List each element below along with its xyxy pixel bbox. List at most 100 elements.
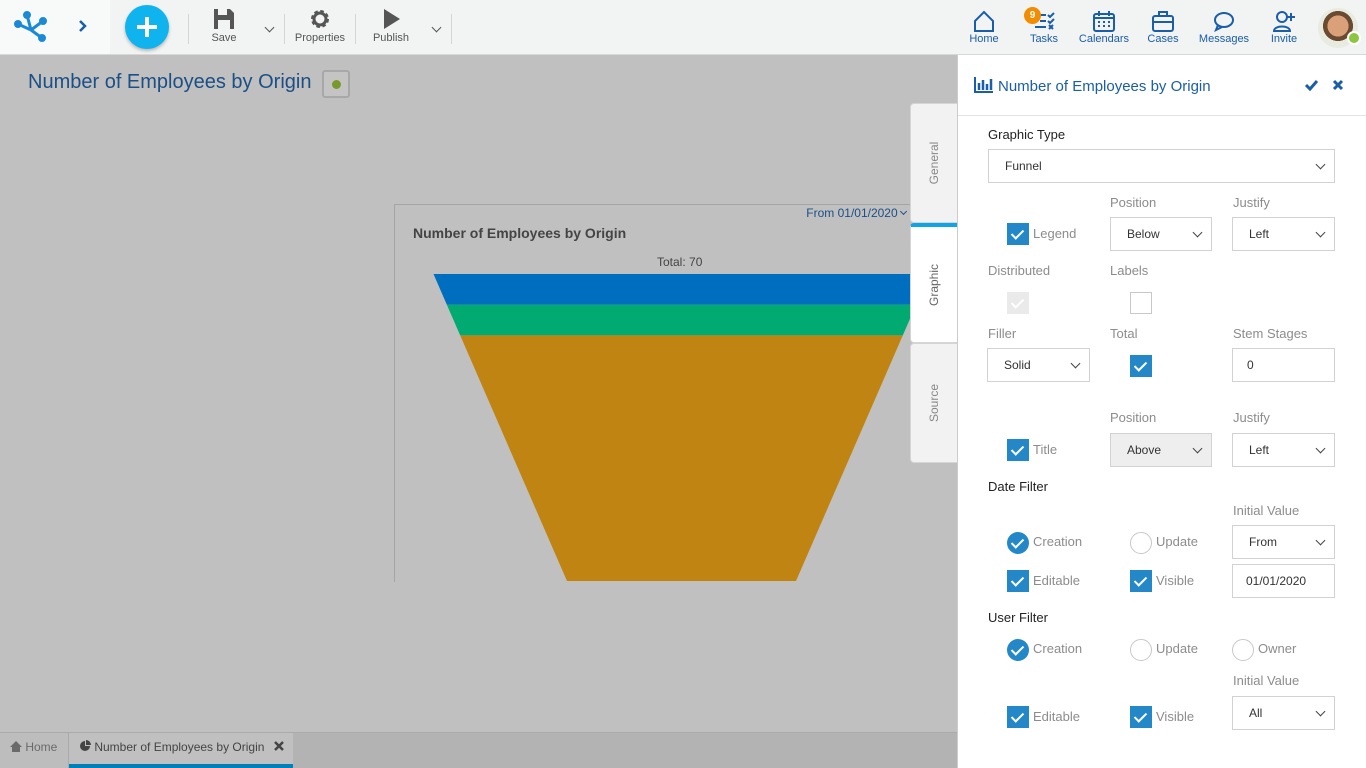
tab-graphic[interactable]: Graphic bbox=[910, 223, 957, 343]
user-update-label: Update bbox=[1156, 641, 1198, 656]
graphic-type-label: Graphic Type bbox=[988, 127, 1066, 142]
user-initial-value-label: Initial Value bbox=[1233, 673, 1300, 688]
labels-label: Labels bbox=[1110, 263, 1149, 278]
user-editable-checkbox[interactable] bbox=[1007, 706, 1029, 728]
close-tab-icon[interactable] bbox=[273, 741, 284, 751]
stem-stages-input[interactable]: 0 bbox=[1232, 348, 1335, 382]
title-position-select[interactable]: Above bbox=[1110, 433, 1212, 467]
title-checkbox[interactable] bbox=[1007, 439, 1029, 461]
user-initial-select[interactable]: All bbox=[1232, 696, 1335, 730]
date-initial-value-label: Initial Value bbox=[1233, 503, 1300, 518]
title-label: Title bbox=[1033, 442, 1058, 457]
user-update-radio[interactable] bbox=[1130, 639, 1152, 661]
chat-bubble-icon bbox=[1214, 12, 1234, 32]
pie-chart-icon bbox=[80, 740, 91, 751]
labels-checkbox[interactable] bbox=[1130, 292, 1152, 314]
stem-stages-label: Stem Stages bbox=[1233, 326, 1308, 341]
nav-tasks-label: Tasks bbox=[1029, 33, 1059, 45]
date-initial-value: From bbox=[1249, 535, 1277, 549]
user-initial-value: All bbox=[1249, 706, 1263, 720]
tab-general[interactable]: General bbox=[910, 103, 957, 223]
title-justify-value: Left bbox=[1249, 443, 1270, 457]
nav-messages-label: Messages bbox=[1198, 33, 1250, 45]
nav-invite[interactable]: Invite bbox=[1268, 10, 1300, 45]
home-icon bbox=[974, 10, 994, 32]
user-visible-checkbox[interactable] bbox=[1130, 706, 1152, 728]
nav-calendars[interactable]: Calendars bbox=[1078, 10, 1130, 45]
tasks-badge: 9 bbox=[1024, 7, 1041, 24]
nav-messages[interactable]: Messages bbox=[1198, 10, 1250, 45]
legend-position-value: Below bbox=[1127, 227, 1160, 241]
user-creation-radio[interactable] bbox=[1007, 639, 1029, 661]
legend-justify-select[interactable]: Left bbox=[1232, 217, 1335, 251]
tab-graphic-label: Graphic bbox=[927, 263, 941, 306]
title-justify-select[interactable]: Left bbox=[1232, 433, 1335, 467]
nav-home-label: Home bbox=[969, 33, 999, 45]
nav-cases-label: Cases bbox=[1147, 33, 1179, 45]
confirm-check-icon[interactable] bbox=[1304, 78, 1318, 92]
date-value-input[interactable]: 01/01/2020 bbox=[1232, 564, 1335, 598]
date-initial-select[interactable]: From bbox=[1232, 525, 1335, 559]
date-filter-section-label: Date Filter bbox=[988, 479, 1048, 494]
nav-calendars-label: Calendars bbox=[1078, 33, 1130, 45]
user-owner-label: Owner bbox=[1258, 641, 1297, 656]
graphic-type-value: Funnel bbox=[1005, 159, 1042, 173]
legend-position-select[interactable]: Below bbox=[1110, 217, 1212, 251]
bottom-tab-home[interactable]: Home bbox=[0, 733, 69, 768]
date-creation-radio[interactable] bbox=[1007, 532, 1029, 554]
distributed-checkbox bbox=[1007, 292, 1029, 314]
date-update-radio[interactable] bbox=[1130, 532, 1152, 554]
online-status-dot bbox=[1347, 31, 1361, 45]
bottom-tab-current-label: Number of Employees by Origin bbox=[94, 740, 265, 754]
briefcase-icon bbox=[1152, 11, 1174, 32]
chevron-down-icon bbox=[1315, 443, 1326, 454]
user-editable-label: Editable bbox=[1033, 709, 1080, 724]
tab-source-label: Source bbox=[927, 383, 941, 423]
bottom-tab-bar: Home Number of Employees by Origin bbox=[0, 732, 957, 768]
close-icon[interactable] bbox=[1332, 79, 1344, 91]
filler-select[interactable]: Solid bbox=[987, 348, 1090, 382]
funnel-stage-1 bbox=[433, 274, 930, 305]
total-checkbox[interactable] bbox=[1130, 355, 1152, 377]
title-justify-label: Justify bbox=[1233, 410, 1270, 425]
date-visible-checkbox[interactable] bbox=[1130, 570, 1152, 592]
tab-general-label: General bbox=[927, 141, 941, 185]
bar-chart-icon bbox=[974, 77, 993, 93]
funnel-stage-3 bbox=[460, 335, 903, 581]
date-visible-label: Visible bbox=[1156, 573, 1195, 588]
filler-label: Filler bbox=[988, 326, 1017, 341]
title-position-label: Position bbox=[1110, 410, 1157, 425]
nav-cases[interactable]: Cases bbox=[1146, 10, 1180, 45]
total-label: Total bbox=[1110, 326, 1138, 341]
legend-checkbox[interactable] bbox=[1007, 223, 1029, 245]
chevron-down-icon bbox=[1315, 535, 1326, 546]
chevron-down-icon bbox=[1192, 443, 1203, 454]
user-filter-section-label: User Filter bbox=[988, 610, 1048, 625]
date-update-label: Update bbox=[1156, 534, 1198, 549]
divider bbox=[958, 115, 1366, 116]
date-editable-checkbox[interactable] bbox=[1007, 570, 1029, 592]
home-icon bbox=[10, 741, 22, 752]
date-editable-label: Editable bbox=[1033, 573, 1080, 588]
chevron-down-icon bbox=[1315, 706, 1326, 717]
nav-home[interactable]: Home bbox=[966, 10, 1002, 45]
filler-value: Solid bbox=[1004, 358, 1031, 372]
bottom-tab-current[interactable]: Number of Employees by Origin bbox=[69, 733, 293, 768]
add-user-icon bbox=[1272, 11, 1295, 32]
graphic-type-select[interactable]: Funnel bbox=[988, 149, 1335, 183]
chevron-down-icon bbox=[1315, 159, 1326, 170]
chevron-down-icon bbox=[1192, 227, 1203, 238]
legend-justify-label: Justify bbox=[1233, 195, 1270, 210]
user-owner-radio[interactable] bbox=[1232, 639, 1254, 661]
tab-source[interactable]: Source bbox=[910, 343, 957, 463]
calendar-icon bbox=[1093, 11, 1115, 32]
nav-tasks[interactable]: Tasks 9 bbox=[1024, 7, 1062, 45]
funnel-stage-2 bbox=[446, 304, 917, 336]
chevron-down-icon bbox=[1070, 358, 1081, 369]
nav-invite-label: Invite bbox=[1270, 33, 1298, 45]
legend-justify-value: Left bbox=[1249, 227, 1270, 241]
legend-label: Legend bbox=[1033, 226, 1077, 241]
distributed-label: Distributed bbox=[988, 263, 1051, 278]
chevron-down-icon bbox=[1315, 227, 1326, 238]
user-visible-label: Visible bbox=[1156, 709, 1195, 724]
